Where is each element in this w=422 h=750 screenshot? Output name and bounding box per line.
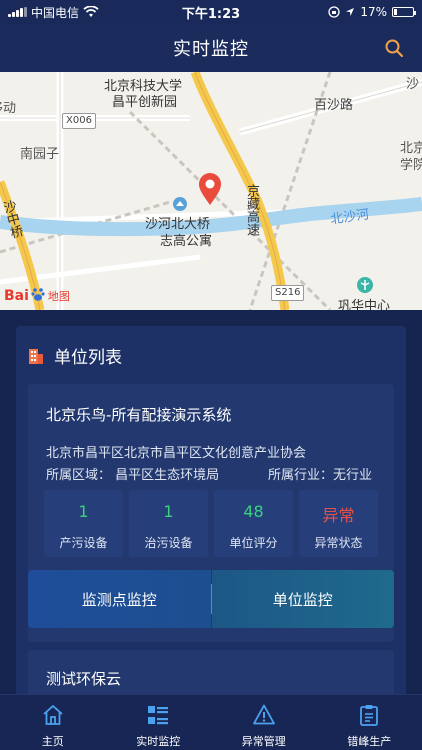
bridge-poi-icon — [173, 197, 187, 211]
map-label-baisha-road: 百沙路 — [314, 98, 354, 113]
paw-shape — [31, 288, 45, 301]
battery-percent: 17% — [360, 5, 387, 19]
map-label-university-2: 昌平创新园 — [112, 95, 178, 110]
stat-value: 48 — [243, 502, 264, 521]
unit-monitor-button[interactable]: 单位监控 — [211, 570, 394, 628]
map-view[interactable]: 北京科技大学 昌平创新园 百沙路 南园子 X006 沙河北大桥 志高公寓 京藏高… — [0, 72, 422, 310]
map-label-edge-sha: 沙 — [406, 77, 420, 92]
stat-production-devices: 1 产污设备 — [44, 490, 123, 557]
map-label-nanyuanzi: 南园子 — [20, 147, 60, 162]
stat-abnormal-status: 异常 异常状态 — [299, 490, 378, 557]
wifi-icon — [83, 6, 99, 17]
stat-value: 异常 — [322, 506, 355, 525]
stat-treatment-devices: 1 治污设备 — [129, 490, 208, 557]
tab-realtime-monitor[interactable]: 实时监控 — [106, 695, 212, 750]
carrier-name: 中国电信 — [31, 5, 80, 20]
clipboard-icon — [360, 705, 379, 726]
map-label-edge-xueyuan: 学院 — [400, 158, 422, 173]
tab-label: 错峰生产 — [347, 735, 392, 748]
company-name: 测试环保云 — [46, 670, 122, 688]
search-icon[interactable] — [384, 38, 404, 58]
company-actions: 监测点监控 单位监控 — [28, 570, 394, 628]
status-left: 中国电信 — [8, 4, 148, 21]
home-icon — [43, 705, 63, 725]
stat-label: 单位评分 — [229, 536, 278, 550]
tab-label: 异常管理 — [241, 735, 286, 748]
warning-icon — [252, 704, 275, 725]
logo-bai: Bai — [4, 288, 29, 304]
list-icon — [148, 706, 169, 725]
header: 实时监控 — [0, 24, 422, 72]
stat-unit-score: 48 单位评分 — [214, 490, 293, 557]
status-bar: 中国电信 下午1:23 17% — [0, 0, 422, 24]
bottom-tabbar: 主页 实时监控 异常管理 错峰生产 — [0, 694, 422, 750]
signal-icon — [8, 7, 27, 17]
company-name: 北京乐鸟-所有配接演示系统 — [46, 406, 232, 424]
company-card[interactable]: 测试环保云 — [28, 650, 394, 698]
battery-icon — [392, 7, 416, 17]
stat-value: 1 — [163, 502, 174, 521]
unit-list-panel: 单位列表 北京乐鸟-所有配接演示系统 北京市昌平区北京市昌平区文化创意产业协会 … — [16, 326, 406, 698]
company-card[interactable]: 北京乐鸟-所有配接演示系统 北京市昌平区北京市昌平区文化创意产业协会 所属区域：… — [28, 384, 394, 642]
location-arrow-icon — [346, 8, 355, 16]
tab-home[interactable]: 主页 — [0, 695, 106, 750]
tab-label: 实时监控 — [136, 735, 181, 748]
map-badge-x006: X006 — [62, 113, 96, 129]
stat-label: 产污设备 — [59, 536, 108, 550]
status-right: 17% — [274, 5, 416, 19]
paw-icon — [30, 286, 46, 306]
panel-title: 单位列表 — [54, 347, 122, 368]
map-label-highway: 京藏高速 — [244, 184, 259, 236]
stat-value: 1 — [78, 502, 89, 521]
company-industry: 所属行业：无行业 — [268, 468, 373, 483]
stat-label: 治污设备 — [144, 536, 193, 550]
map-label-apartment: 志高公寓 — [160, 234, 213, 249]
map-highway-text: 京藏高速 — [244, 184, 259, 236]
building-icon — [29, 349, 43, 364]
gonghua-poi-icon — [357, 277, 373, 293]
status-time: 下午1:23 — [181, 6, 241, 22]
company-region: 所属区域： 昌平区生态环境局 — [46, 468, 220, 483]
company-stats: 1 产污设备 1 治污设备 48 单位评分 异常 异常状态 — [44, 490, 378, 557]
map-provider-logo: Bai du 地图 — [4, 286, 70, 306]
tab-label: 主页 — [41, 735, 64, 748]
location-pin-icon[interactable] — [197, 172, 223, 206]
tab-abnormal-management[interactable]: 异常管理 — [211, 695, 317, 750]
panel-header: 单位列表 — [16, 326, 406, 384]
logo-map-text: 地图 — [47, 290, 70, 303]
monitor-point-button[interactable]: 监测点监控 — [28, 570, 211, 628]
stat-label: 异常状态 — [314, 536, 363, 550]
page-title: 实时监控 — [173, 39, 249, 60]
map-label-edge-dong: 移动 — [0, 101, 17, 116]
lock-rotation-icon — [328, 6, 340, 18]
tab-staggered-production[interactable]: 错峰生产 — [317, 695, 422, 750]
company-address: 北京市昌平区北京市昌平区文化创意产业协会 — [46, 446, 307, 461]
map-badge-s216: S216 — [271, 285, 305, 301]
map-label-gonghua: 巩华中心 — [338, 299, 391, 310]
